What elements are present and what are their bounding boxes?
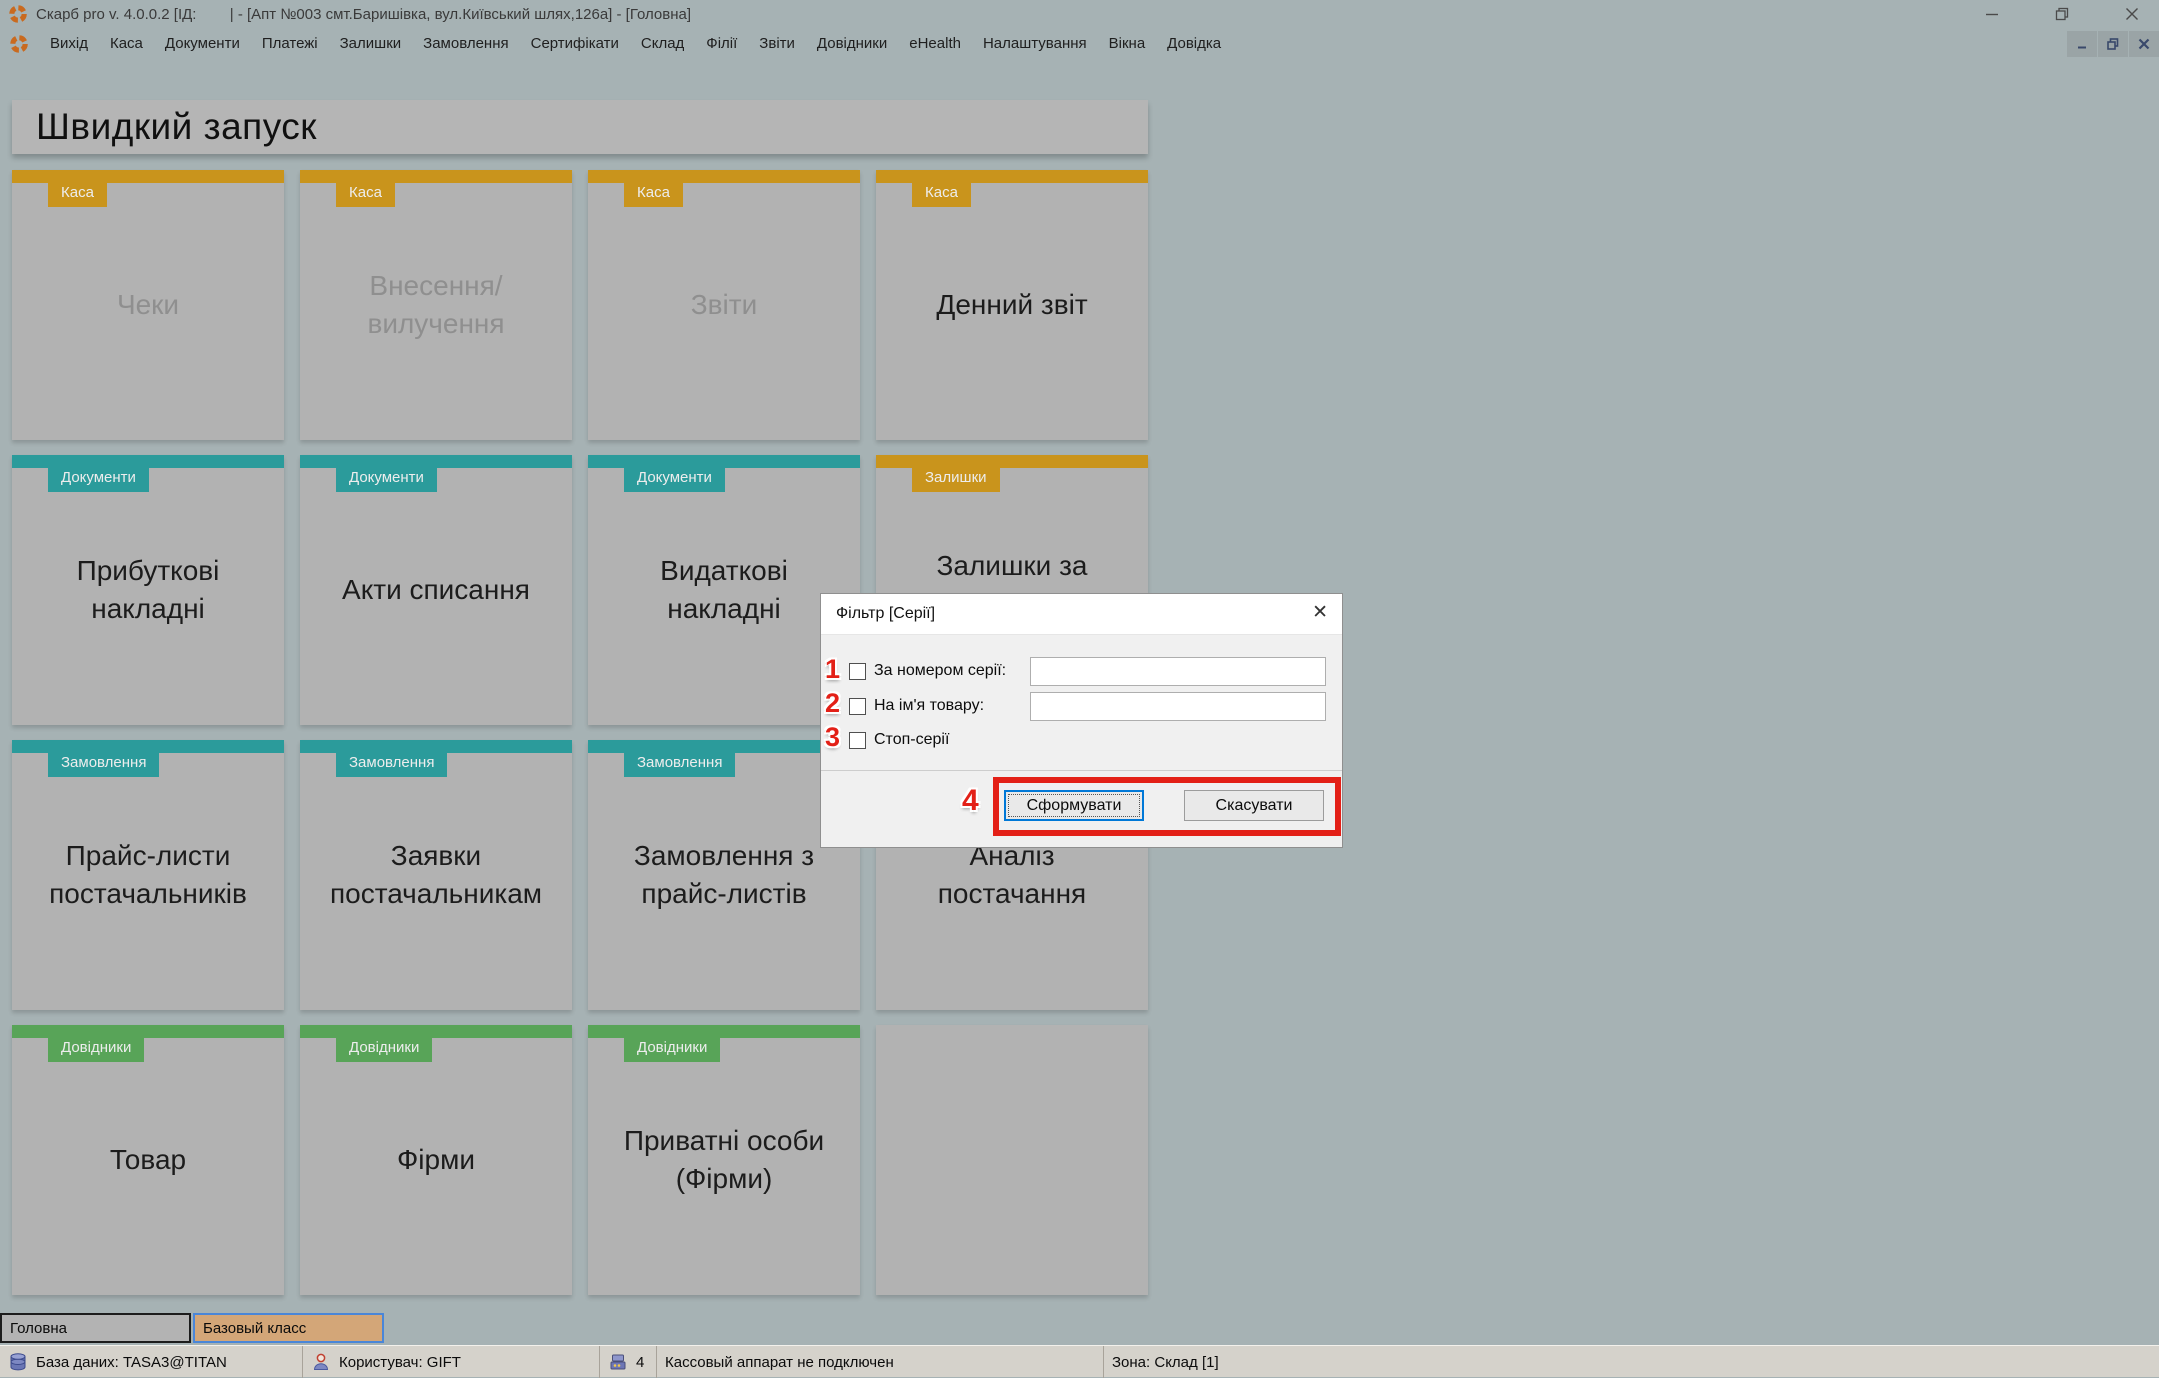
category-badge: Замовлення [336, 752, 448, 777]
category-badge: Каса [624, 182, 683, 207]
dialog-separator [821, 770, 1342, 771]
category-badge: Довідники [624, 1037, 721, 1062]
tile-pryvatni-osoby[interactable]: Довідники Приватні особи (Фірми) [588, 1025, 860, 1295]
tab-holovna[interactable]: Головна [0, 1313, 191, 1343]
tile-dennyi-zvit[interactable]: Каса Денний звіт [876, 170, 1148, 440]
form-button[interactable]: Сформувати [1004, 790, 1144, 821]
app-logo-icon [9, 5, 27, 23]
tile-zaiavky-postachalnykam[interactable]: Замовлення Заявки постачальникам [300, 740, 572, 1010]
dialog-close-icon[interactable]: ✕ [1312, 603, 1328, 622]
category-badge: Замовлення [624, 752, 736, 777]
database-icon [8, 1352, 28, 1372]
category-badge: Каса [912, 182, 971, 207]
product-name-input[interactable] [1030, 692, 1326, 721]
menu-item-directories[interactable]: Довідники [806, 30, 898, 57]
tile-prais-lysty-postachalnykiv[interactable]: Замовлення Прайс-листи постачальників [12, 740, 284, 1010]
menu-item-ehealth[interactable]: eHealth [898, 30, 972, 57]
bottom-tab-bar: Головна Базовый класс [0, 1313, 2159, 1343]
annotation-1: 1 [825, 654, 841, 684]
restore-icon[interactable] [2053, 5, 2071, 23]
category-badge: Каса [48, 182, 107, 207]
menu-item-kasa[interactable]: Каса [99, 30, 154, 57]
title-bar: Скарб pro v. 4.0.0.2 [ІД: | - [Апт №003 … [0, 0, 2159, 28]
status-cash-device: Кассовый аппарат не подключен [657, 1346, 1104, 1378]
app-logo-icon-small [10, 34, 28, 53]
status-user: Користувач: GIFT [303, 1346, 600, 1378]
menu-item-payments[interactable]: Платежі [251, 30, 329, 57]
product-name-checkbox[interactable] [849, 697, 866, 715]
tab-bazovyi-klass[interactable]: Базовый класс [193, 1313, 384, 1343]
category-badge: Довідники [336, 1037, 433, 1062]
menu-item-help[interactable]: Довідка [1156, 30, 1232, 57]
category-badge: Каса [336, 182, 395, 207]
menu-item-branches[interactable]: Філії [695, 30, 748, 57]
dialog-title-bar: Фільтр [Серії] [821, 594, 1342, 635]
tile-vnesennia-vyluchennia[interactable]: Каса Внесення/вилучення [300, 170, 572, 440]
annotation-2: 2 [825, 688, 841, 718]
status-zone: Зона: Склад [1] [1112, 1353, 1219, 1371]
tile-empty [876, 1025, 1148, 1295]
product-name-label: На ім'я товару: [874, 697, 985, 714]
category-badge: Залишки [912, 467, 1000, 492]
user-icon [311, 1352, 331, 1372]
mdi-minimize-icon[interactable] [2067, 31, 2097, 57]
tile-akty-spysannia[interactable]: Документи Акти списання [300, 455, 572, 725]
series-number-label: За номером серії: [874, 662, 1007, 679]
page-title: Швидкий запуск [12, 100, 1148, 154]
filter-series-dialog: Фільтр [Серії] ✕ 1 2 3 За номером серії:… [820, 593, 1343, 848]
window-title: Скарб pro v. 4.0.0.2 [ІД: | - [Апт №003 … [36, 5, 692, 23]
status-database: База даних: TASA3@TITAN [0, 1346, 303, 1378]
mdi-restore-icon[interactable] [2098, 31, 2128, 57]
menu-item-settings[interactable]: Налаштування [972, 30, 1098, 57]
close-icon[interactable] [2123, 5, 2141, 23]
tile-tovar[interactable]: Довідники Товар [12, 1025, 284, 1295]
category-badge: Документи [48, 467, 149, 492]
tile-cheky[interactable]: Каса Чеки [12, 170, 284, 440]
annotation-4: 4 [962, 784, 979, 817]
series-number-checkbox[interactable] [849, 662, 866, 680]
category-badge: Замовлення [48, 752, 160, 777]
annotation-3: 3 [825, 722, 841, 752]
status-cash-count: 4 [600, 1346, 657, 1378]
stop-series-checkbox[interactable] [849, 731, 866, 749]
cancel-button[interactable]: Скасувати [1184, 790, 1324, 821]
menu-item-windows[interactable]: Вікна [1098, 30, 1157, 57]
menu-item-reports[interactable]: Звіти [748, 30, 806, 57]
mdi-close-icon[interactable] [2129, 31, 2159, 57]
menu-bar: Вихід Каса Документи Платежі Залишки Зам… [0, 28, 2159, 59]
cash-register-icon [608, 1352, 628, 1372]
menu-item-exit[interactable]: Вихід [39, 30, 99, 57]
category-badge: Довідники [48, 1037, 145, 1062]
minimize-icon[interactable] [1983, 5, 2001, 23]
dialog-title: Фільтр [Серії] [836, 605, 936, 622]
category-badge: Документи [624, 467, 725, 492]
tile-firmy[interactable]: Довідники Фірми [300, 1025, 572, 1295]
tile-zvity[interactable]: Каса Звіти [588, 170, 860, 440]
tile-prybutkovi-nakladni[interactable]: Документи Прибуткові накладні [12, 455, 284, 725]
menu-item-warehouse[interactable]: Склад [630, 30, 695, 57]
menu-item-certificates[interactable]: Сертифікати [520, 30, 630, 57]
series-number-input[interactable] [1030, 657, 1326, 686]
menu-item-orders[interactable]: Замовлення [412, 30, 519, 57]
menu-item-documents[interactable]: Документи [154, 30, 251, 57]
category-badge: Документи [336, 467, 437, 492]
status-bar: База даних: TASA3@TITAN Користувач: GIFT… [0, 1345, 2159, 1378]
stop-series-label: Стоп-серії [874, 731, 950, 748]
menu-item-stock[interactable]: Залишки [329, 30, 413, 57]
